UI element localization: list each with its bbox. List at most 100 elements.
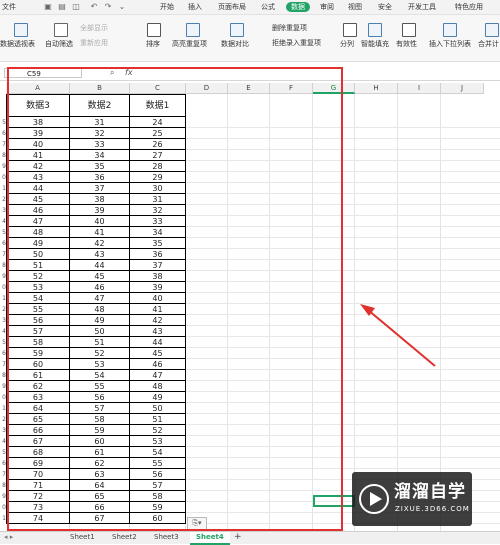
column-header-h[interactable]: H: [355, 83, 398, 94]
tab-page-layout[interactable]: 页面布局: [218, 2, 246, 12]
show-all-button[interactable]: 全部显示: [80, 24, 108, 33]
table-cell[interactable]: 38: [6, 117, 70, 128]
table-cell[interactable]: 60: [6, 359, 70, 370]
table-cell[interactable]: 71: [6, 480, 70, 491]
table-cell[interactable]: 49: [70, 315, 130, 326]
table-cell[interactable]: 74: [6, 513, 70, 524]
selected-cell[interactable]: [313, 495, 355, 507]
table-cell[interactable]: 59: [6, 348, 70, 359]
table-cell[interactable]: 62: [6, 381, 70, 392]
more-icon[interactable]: ⌄: [118, 3, 126, 11]
table-cell[interactable]: 44: [130, 337, 186, 348]
add-sheet-button[interactable]: +: [228, 532, 248, 543]
tab-home[interactable]: 开始: [160, 2, 174, 12]
highlight-duplicates-icon[interactable]: [186, 23, 200, 37]
table-cell[interactable]: 29: [130, 172, 186, 183]
table-cell[interactable]: 25: [130, 128, 186, 139]
tab-view[interactable]: 视图: [348, 2, 362, 12]
table-cell[interactable]: 39: [6, 128, 70, 139]
table-cell[interactable]: 53: [6, 282, 70, 293]
table-cell[interactable]: 61: [6, 370, 70, 381]
insert-dropdown-icon[interactable]: [443, 23, 457, 37]
table-cell[interactable]: 39: [70, 205, 130, 216]
table-cell[interactable]: 39: [130, 282, 186, 293]
tab-special[interactable]: 特色应用: [455, 2, 483, 12]
table-cell[interactable]: 53: [70, 359, 130, 370]
reject-duplicates-button[interactable]: 拒绝录入重复项: [272, 39, 321, 48]
column-header-i[interactable]: I: [398, 83, 441, 94]
tab-review[interactable]: 审阅: [320, 2, 334, 12]
tab-formulas[interactable]: 公式: [261, 2, 275, 12]
table-cell[interactable]: 32: [130, 205, 186, 216]
column-header-f[interactable]: F: [270, 83, 313, 94]
insert-dropdown-button[interactable]: 插入下拉列表: [429, 40, 471, 49]
table-cell[interactable]: 72: [6, 491, 70, 502]
autofilter-button[interactable]: 自动筛选: [45, 40, 73, 49]
sort-button[interactable]: 排序: [146, 40, 160, 49]
table-cell[interactable]: 42: [6, 161, 70, 172]
table-cell[interactable]: 52: [130, 425, 186, 436]
table-cell[interactable]: 56: [70, 392, 130, 403]
tab-security[interactable]: 安全: [378, 2, 392, 12]
table-cell[interactable]: 28: [130, 161, 186, 172]
print-icon[interactable]: ▤: [58, 3, 66, 11]
fx-icon[interactable]: fx: [125, 68, 133, 78]
table-cell[interactable]: 63: [70, 469, 130, 480]
table-cell[interactable]: 43: [70, 249, 130, 260]
preview-icon[interactable]: ◫: [72, 3, 80, 11]
table-cell[interactable]: 35: [70, 161, 130, 172]
table-cell[interactable]: 58: [70, 414, 130, 425]
tab-data[interactable]: 数据: [286, 2, 310, 12]
table-cell[interactable]: 48: [70, 304, 130, 315]
table-cell[interactable]: 42: [130, 315, 186, 326]
pivot-table-button[interactable]: 数据透视表: [0, 40, 35, 49]
sheet-tab-2[interactable]: Sheet2: [106, 532, 143, 543]
table-cell[interactable]: 56: [130, 469, 186, 480]
column-header-a[interactable]: A: [6, 83, 70, 94]
column-header-j[interactable]: J: [441, 83, 484, 94]
table-cell[interactable]: 41: [130, 304, 186, 315]
column-header-g[interactable]: G: [313, 83, 355, 94]
filter-icon[interactable]: [54, 23, 68, 37]
table-cell[interactable]: 54: [70, 370, 130, 381]
table-cell[interactable]: 52: [6, 271, 70, 282]
table-cell[interactable]: 54: [130, 447, 186, 458]
column-header-b[interactable]: B: [70, 83, 130, 94]
table-cell[interactable]: 36: [130, 249, 186, 260]
table-cell[interactable]: 33: [70, 139, 130, 150]
data-compare-button[interactable]: 数据对比: [221, 40, 249, 49]
table-cell[interactable]: 65: [70, 491, 130, 502]
table-cell[interactable]: 64: [70, 480, 130, 491]
table-cell[interactable]: 68: [6, 447, 70, 458]
table-cell[interactable]: 50: [6, 249, 70, 260]
sort-icon[interactable]: [147, 23, 161, 37]
table-cell[interactable]: 36: [70, 172, 130, 183]
table-cell[interactable]: 57: [6, 326, 70, 337]
table-cell[interactable]: 47: [6, 216, 70, 227]
table-cell[interactable]: 34: [70, 150, 130, 161]
table-cell[interactable]: 37: [130, 260, 186, 271]
remove-duplicates-button[interactable]: 删除重复项: [272, 24, 307, 33]
table-cell[interactable]: 46: [6, 205, 70, 216]
table-cell[interactable]: 26: [130, 139, 186, 150]
table-cell[interactable]: 40: [6, 139, 70, 150]
tab-insert[interactable]: 插入: [188, 2, 202, 12]
table-cell[interactable]: 44: [70, 260, 130, 271]
table-cell[interactable]: 57: [70, 403, 130, 414]
table-cell[interactable]: 51: [130, 414, 186, 425]
table-cell[interactable]: 31: [70, 117, 130, 128]
table-cell[interactable]: 47: [70, 293, 130, 304]
table-cell[interactable]: 34: [130, 227, 186, 238]
table-cell[interactable]: 48: [130, 381, 186, 392]
table-cell[interactable]: 53: [130, 436, 186, 447]
redo-icon[interactable]: ↷: [104, 3, 112, 11]
table-cell[interactable]: 67: [70, 513, 130, 524]
pivot-table-icon[interactable]: [14, 23, 28, 37]
merge-calc-button[interactable]: 合并计: [478, 40, 499, 49]
sheet-tab-4[interactable]: Sheet4: [190, 532, 230, 545]
table-cell[interactable]: 40: [70, 216, 130, 227]
table-cell[interactable]: 66: [6, 425, 70, 436]
table-cell[interactable]: 43: [130, 326, 186, 337]
merge-calc-icon[interactable]: [485, 23, 499, 37]
table-cell[interactable]: 62: [70, 458, 130, 469]
